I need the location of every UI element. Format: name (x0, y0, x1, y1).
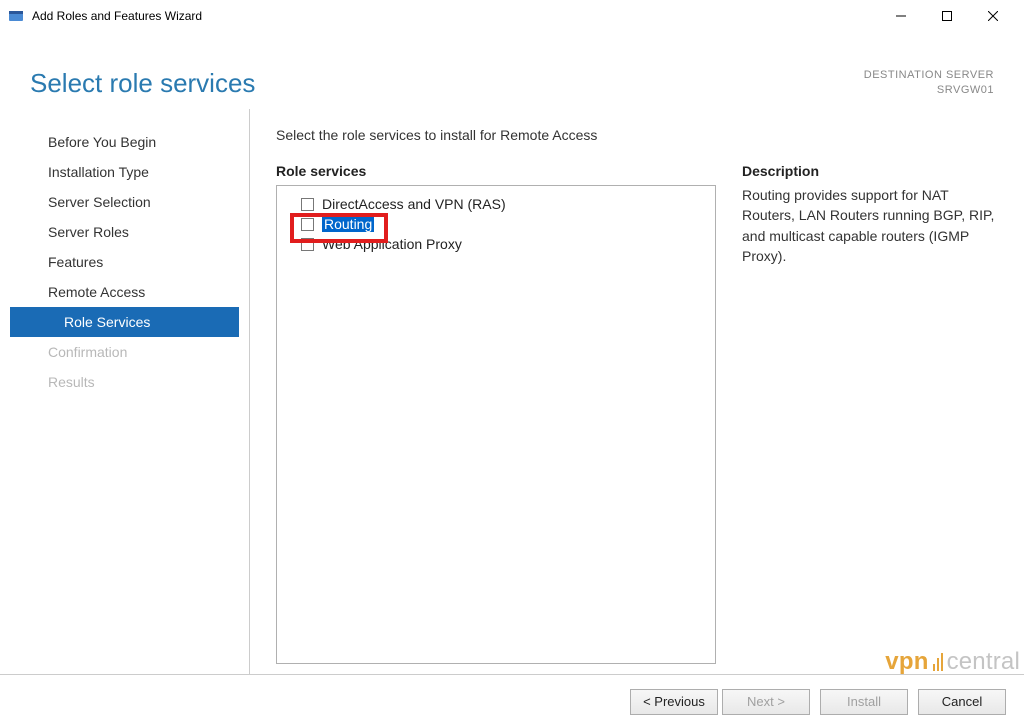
previous-button[interactable]: < Previous (630, 689, 718, 715)
minimize-button[interactable] (878, 0, 924, 32)
maximize-button[interactable] (924, 0, 970, 32)
page-title: Select role services (30, 68, 864, 99)
window-title: Add Roles and Features Wizard (32, 9, 202, 23)
description-label: Description (742, 163, 998, 179)
step-results: Results (10, 367, 249, 397)
page-header: Select role services DESTINATION SERVER … (0, 32, 1024, 109)
wizard-body: Before You Begin Installation Type Serve… (0, 109, 1024, 674)
role-service-label: DirectAccess and VPN (RAS) (322, 196, 506, 212)
step-server-roles[interactable]: Server Roles (10, 217, 249, 247)
destination-value: SRVGW01 (864, 83, 994, 98)
step-server-selection[interactable]: Server Selection (10, 187, 249, 217)
step-confirmation: Confirmation (10, 337, 249, 367)
role-service-item-directaccess[interactable]: DirectAccess and VPN (RAS) (281, 194, 711, 214)
role-service-item-web-application-proxy[interactable]: Web Application Proxy (281, 234, 711, 254)
close-button[interactable] (970, 0, 1016, 32)
main-panel: Select the role services to install for … (250, 109, 1024, 674)
destination-label: DESTINATION SERVER (864, 68, 994, 83)
role-services-listbox[interactable]: DirectAccess and VPN (RAS) Routing Web A… (276, 185, 716, 664)
role-service-item-routing[interactable]: Routing (281, 214, 711, 234)
next-button[interactable]: Next > (722, 689, 810, 715)
role-services-label: Role services (276, 163, 716, 179)
intro-text: Select the role services to install for … (276, 127, 998, 143)
role-service-label: Routing (322, 216, 374, 232)
role-service-label: Web Application Proxy (322, 236, 462, 252)
checkbox-icon[interactable] (301, 238, 314, 251)
checkbox-icon[interactable] (301, 198, 314, 211)
cancel-button[interactable]: Cancel (918, 689, 1006, 715)
titlebar: Add Roles and Features Wizard (0, 0, 1024, 32)
destination-server: DESTINATION SERVER SRVGW01 (864, 68, 994, 99)
step-role-services[interactable]: Role Services (10, 307, 239, 337)
step-installation-type[interactable]: Installation Type (10, 157, 249, 187)
step-before-you-begin[interactable]: Before You Begin (10, 127, 249, 157)
app-icon (8, 8, 24, 24)
step-features[interactable]: Features (10, 247, 249, 277)
wizard-steps: Before You Begin Installation Type Serve… (10, 109, 250, 674)
checkbox-icon[interactable] (301, 218, 314, 231)
wizard-footer: < Previous Next > Install Cancel (0, 674, 1024, 721)
step-remote-access[interactable]: Remote Access (10, 277, 249, 307)
description-text: Routing provides support for NAT Routers… (742, 185, 998, 266)
install-button[interactable]: Install (820, 689, 908, 715)
